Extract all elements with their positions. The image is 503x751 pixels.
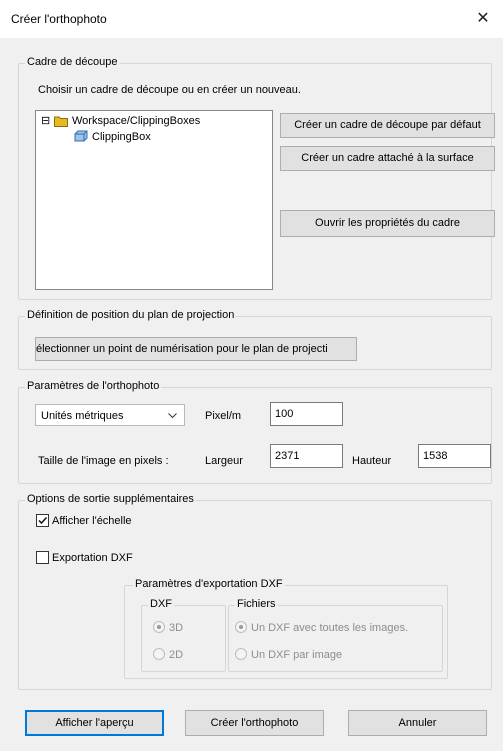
window-title: Créer l'orthophoto <box>11 12 107 26</box>
width-input[interactable] <box>270 444 343 468</box>
radio-2d-label[interactable]: 2D <box>169 649 183 661</box>
orthophoto-params-legend: Paramètres de l'orthophoto <box>25 380 162 392</box>
tree-expander-icon[interactable]: ⊟ <box>41 114 50 127</box>
clipping-instruction: Choisir un cadre de découpe ou en créer … <box>38 84 301 96</box>
tree-item-clipping-box[interactable]: ClippingBox <box>92 131 151 143</box>
create-orthophoto-button[interactable]: Créer l'orthophoto <box>185 710 324 736</box>
projection-legend: Définition de position du plan de projec… <box>25 309 237 321</box>
pixel-per-meter-input[interactable] <box>270 402 343 426</box>
show-scale-checkbox[interactable] <box>36 514 49 527</box>
create-surface-box-button[interactable]: Créer un cadre attaché à la surface <box>280 146 495 171</box>
tree-item-root[interactable]: Workspace/ClippingBoxes <box>72 115 200 127</box>
checkmark-icon <box>38 516 48 525</box>
cancel-button[interactable]: Annuler <box>348 710 487 736</box>
close-icon[interactable]: ✕ <box>463 0 503 38</box>
pixel-per-meter-label: Pixel/m <box>205 410 242 422</box>
clipping-box-icon <box>74 130 88 142</box>
clipping-box-tree[interactable]: ⊟ Workspace/ClippingBoxes ClippingBox <box>35 110 273 290</box>
radio-3d-label[interactable]: 3D <box>169 622 183 634</box>
units-selected-value: Unités métriques <box>41 410 124 422</box>
dxf-export-label[interactable]: Exportation DXF <box>52 552 133 564</box>
units-select[interactable]: Unités métriques <box>35 404 185 426</box>
preview-button[interactable]: Afficher l'aperçu <box>25 710 164 736</box>
files-group: Fichiers <box>228 598 443 672</box>
open-box-properties-button[interactable]: Ouvrir les propriétés du cadre <box>280 210 495 237</box>
radio-3d[interactable] <box>153 621 165 633</box>
radio-2d[interactable] <box>153 648 165 660</box>
radio-single-dxf[interactable] <box>235 621 247 633</box>
height-input[interactable] <box>418 444 491 468</box>
dxf-format-group: DXF <box>141 598 226 672</box>
dialog-window: Créer l'orthophoto ✕ Cadre de découpe Ch… <box>0 0 503 751</box>
output-options-legend: Options de sortie supplémentaires <box>25 493 196 505</box>
radio-dxf-per-image[interactable] <box>235 648 247 660</box>
show-scale-label[interactable]: Afficher l'échelle <box>52 515 132 527</box>
image-size-label: Taille de l'image en pixels : <box>38 455 169 467</box>
title-bar[interactable]: Créer l'orthophoto ✕ <box>0 0 503 38</box>
chevron-down-icon <box>168 413 177 419</box>
dxf-format-legend: DXF <box>148 598 174 610</box>
folder-icon <box>54 116 68 127</box>
width-label: Largeur <box>205 455 243 467</box>
height-label: Hauteur <box>352 455 392 467</box>
radio-dot <box>157 625 161 629</box>
clipping-box-legend: Cadre de découpe <box>25 56 120 68</box>
orthophoto-params-group: Paramètres de l'orthophoto <box>18 380 492 484</box>
dxf-export-checkbox[interactable] <box>36 551 49 564</box>
select-scan-point-button[interactable]: électionner un point de numérisation pou… <box>35 337 357 361</box>
radio-single-dxf-label[interactable]: Un DXF avec toutes les images. <box>251 622 408 634</box>
dxf-params-legend: Paramètres d'exportation DXF <box>133 578 285 590</box>
create-default-box-button[interactable]: Créer un cadre de découpe par défaut <box>280 113 495 138</box>
radio-dxf-per-image-label[interactable]: Un DXF par image <box>251 649 342 661</box>
files-legend: Fichiers <box>235 598 278 610</box>
radio-dot <box>239 625 243 629</box>
